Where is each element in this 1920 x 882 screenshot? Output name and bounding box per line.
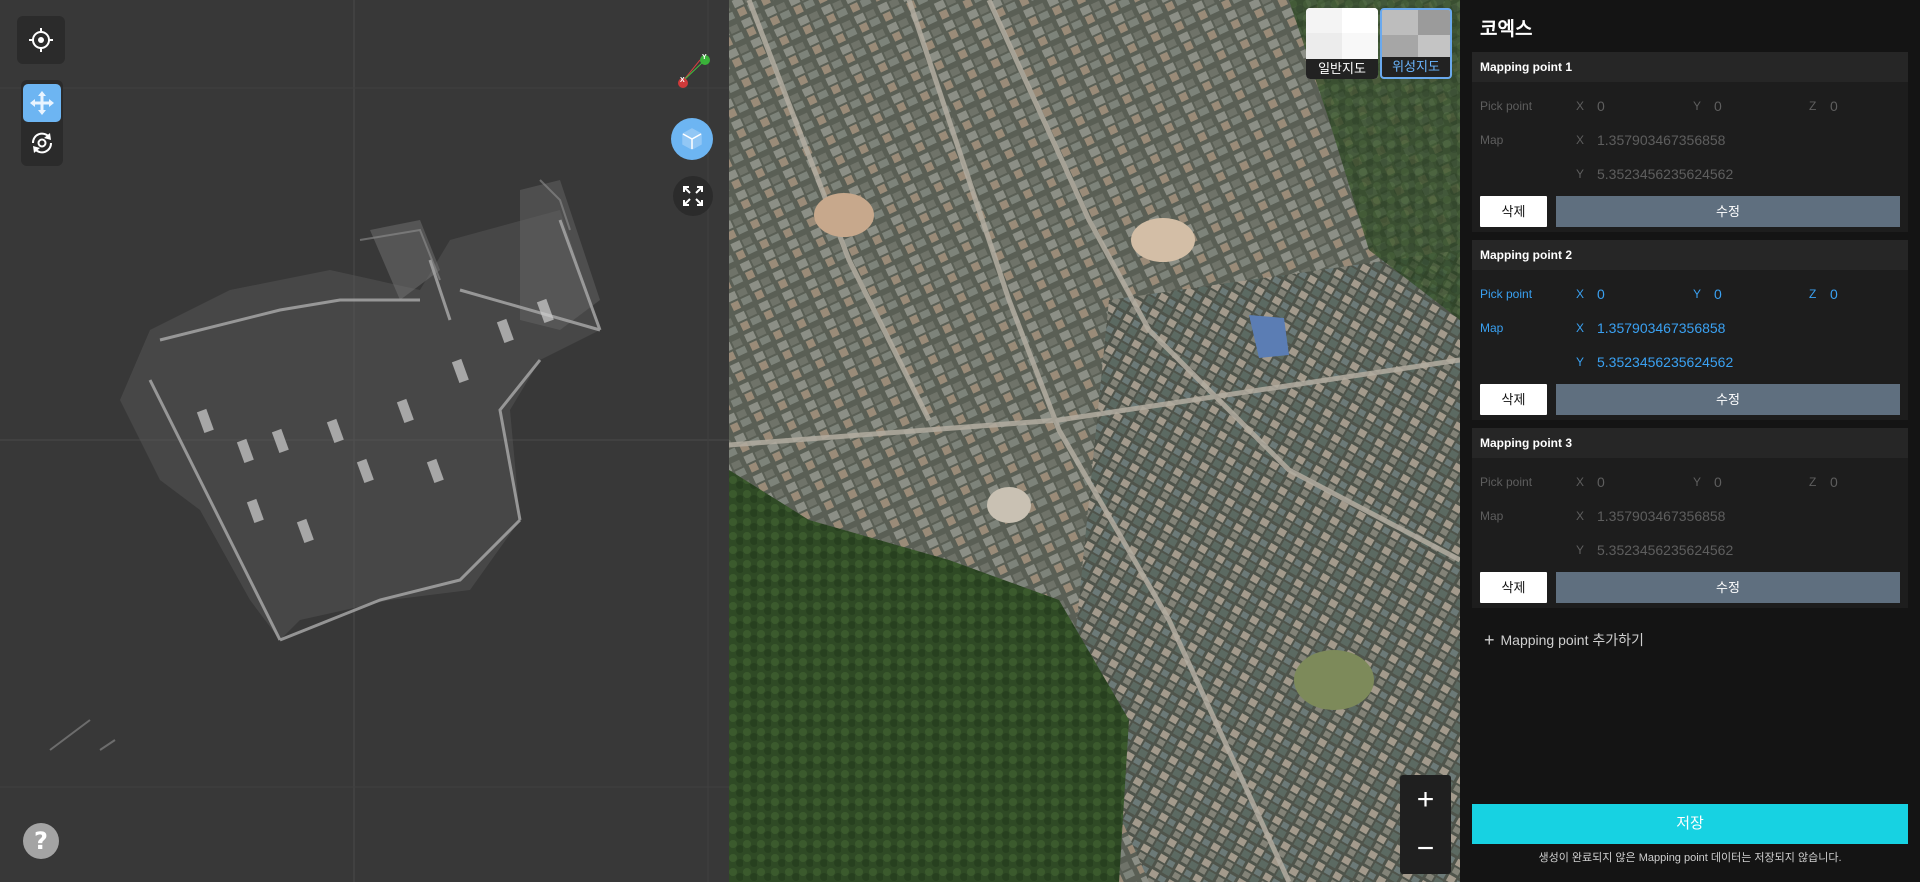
mapping-point-title: Mapping point 3: [1472, 428, 1908, 458]
viewer-grid: [0, 0, 729, 882]
axis-y-label: Y: [702, 54, 707, 61]
map-x-label: X: [1576, 133, 1585, 147]
move-arrows-icon: [30, 91, 54, 115]
crosshair-icon: [29, 28, 53, 52]
cube-icon: [682, 128, 702, 150]
zoom-out-button[interactable]: −: [1400, 824, 1451, 873]
zoom-in-button[interactable]: +: [1400, 775, 1451, 824]
pick-x-label: X: [1576, 99, 1585, 113]
delete-button[interactable]: 삭제: [1480, 196, 1547, 227]
axis-x-label: X: [680, 77, 685, 84]
map-x-value: 1.357903467356858: [1597, 508, 1726, 524]
map-x-label: X: [1576, 321, 1585, 335]
mapping-point-title: Mapping point 1: [1472, 52, 1908, 82]
fit-view-button[interactable]: [673, 176, 713, 216]
minus-icon: −: [1416, 831, 1435, 865]
mapping-point-card-2: Mapping point 2 Pick point X 0 Y 0 Z 0 M…: [1472, 240, 1908, 420]
map-label: Map: [1480, 133, 1504, 147]
pick-x-value: 0: [1597, 286, 1605, 302]
add-mapping-point-button[interactable]: + Mapping point 추가하기: [1484, 630, 1644, 650]
map-y-label: Y: [1576, 167, 1585, 181]
edit-button[interactable]: 수정: [1556, 384, 1900, 415]
pick-x-value: 0: [1597, 474, 1605, 490]
fit-screen-icon: [683, 186, 703, 206]
map-x-value: 1.357903467356858: [1597, 320, 1726, 336]
maptype-normal-button[interactable]: 일반지도: [1306, 8, 1378, 79]
maptype-normal-label: 일반지도: [1306, 59, 1378, 79]
point-cloud: [49, 179, 602, 751]
map-y-label: Y: [1576, 355, 1585, 369]
delete-button[interactable]: 삭제: [1480, 572, 1547, 603]
app-root: Y X ? 일반지도 위성지도 + − 코엑스 Mapping point 1 …: [0, 0, 1920, 882]
3d-view-button[interactable]: [671, 118, 713, 160]
locate-button[interactable]: [17, 16, 65, 64]
pick-z-value: 0: [1830, 98, 1838, 114]
pick-y-value: 0: [1714, 474, 1722, 490]
map-label: Map: [1480, 509, 1504, 523]
mapping-point-card-3: Mapping point 3 Pick point X 0 Y 0 Z 0 M…: [1472, 428, 1908, 608]
pick-y-label: Y: [1693, 99, 1702, 113]
maptype-satellite-button[interactable]: 위성지도: [1380, 8, 1452, 79]
map-y-value: 5.3523456235624562: [1597, 166, 1734, 182]
save-note: 생성이 완료되지 않은 Mapping point 데이터는 저장되지 않습니다…: [1538, 852, 1842, 864]
map-y-label: Y: [1576, 543, 1585, 557]
map-y-value: 5.3523456235624562: [1597, 542, 1734, 558]
panel-title: 코엑스: [1480, 19, 1533, 40]
pick-point-label: Pick point: [1480, 99, 1533, 113]
pick-z-label: Z: [1809, 475, 1817, 489]
rotate-360-icon: [31, 132, 53, 154]
satellite-map[interactable]: 일반지도 위성지도: [729, 0, 1460, 882]
mapping-panel: 코엑스 Mapping point 1 Pick point X 0 Y 0 Z…: [1460, 0, 1920, 882]
pick-y-value: 0: [1714, 286, 1722, 302]
pick-x-label: X: [1576, 287, 1585, 301]
map-x-value: 1.357903467356858: [1597, 132, 1726, 148]
maptype-satellite-label: 위성지도: [1382, 57, 1450, 77]
pick-z-label: Z: [1809, 287, 1817, 301]
move-tool-button[interactable]: [23, 84, 61, 122]
map-x-label: X: [1576, 509, 1585, 523]
pick-y-label: Y: [1693, 287, 1702, 301]
help-label: ?: [34, 827, 48, 855]
pick-point-label: Pick point: [1480, 287, 1533, 301]
map-label: Map: [1480, 321, 1504, 335]
satellite-map-thumbnail: [1382, 10, 1450, 61]
delete-button[interactable]: 삭제: [1480, 384, 1547, 415]
pick-x-value: 0: [1597, 98, 1605, 114]
plus-icon: +: [1416, 782, 1435, 816]
normal-map-thumbnail: [1306, 8, 1378, 59]
edit-button[interactable]: 수정: [1556, 572, 1900, 603]
plus-icon: +: [1484, 630, 1495, 650]
pick-y-value: 0: [1714, 98, 1722, 114]
rotate-tool-button[interactable]: [23, 124, 61, 162]
help-button[interactable]: ?: [23, 823, 59, 859]
mapping-point-title: Mapping point 2: [1472, 240, 1908, 270]
pick-y-label: Y: [1693, 475, 1702, 489]
add-mapping-point-label: Mapping point 추가하기: [1500, 632, 1644, 648]
pick-z-value: 0: [1830, 474, 1838, 490]
save-button[interactable]: 저장: [1472, 804, 1908, 844]
map-y-value: 5.3523456235624562: [1597, 354, 1734, 370]
pick-point-label: Pick point: [1480, 475, 1533, 489]
view-mode-toolbar: [21, 80, 63, 166]
point-cloud-viewer[interactable]: Y X ?: [0, 0, 729, 882]
mapping-point-card-1: Mapping point 1 Pick point X 0 Y 0 Z 0 M…: [1472, 52, 1908, 232]
pick-z-label: Z: [1809, 99, 1817, 113]
pick-x-label: X: [1576, 475, 1585, 489]
edit-button[interactable]: 수정: [1556, 196, 1900, 227]
pick-z-value: 0: [1830, 286, 1838, 302]
zoom-control: + −: [1400, 775, 1451, 874]
satellite-imagery: [729, 0, 1460, 882]
